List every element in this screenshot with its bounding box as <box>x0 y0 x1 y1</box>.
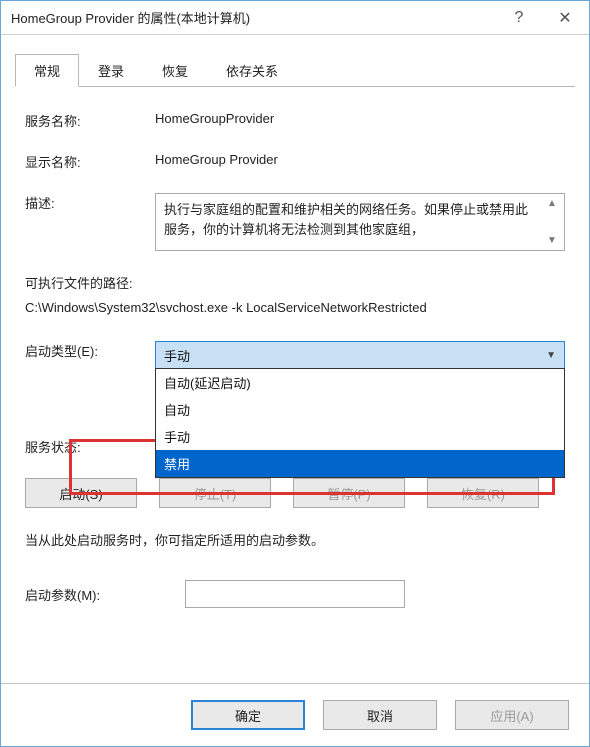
startup-type-selected: 手动 <box>164 346 190 365</box>
pause-button: 暂停(P) <box>293 478 405 508</box>
cancel-button[interactable]: 取消 <box>323 700 437 730</box>
chevron-down-icon: ▼ <box>546 350 556 361</box>
startup-type-row: 启动类型(E): 手动 ▼ 自动(延迟启动) 自动 手动 禁用 <box>25 341 565 369</box>
tab-general[interactable]: 常规 <box>15 54 79 87</box>
startup-type-select[interactable]: 手动 ▼ <box>155 341 565 369</box>
start-params-note: 当从此处启动服务时，你可指定所适用的启动参数。 <box>25 532 565 550</box>
display-name-value: HomeGroup Provider <box>155 152 565 171</box>
description-text: 执行与家庭组的配置和维护相关的网络任务。如果停止或禁用此服务，你的计算机将无法检… <box>164 202 528 237</box>
tab-logon[interactable]: 登录 <box>79 54 143 87</box>
titlebar: HomeGroup Provider 的属性(本地计算机) ? ✕ <box>1 1 589 35</box>
description-row: 描述: 执行与家庭组的配置和维护相关的网络任务。如果停止或禁用此服务，你的计算机… <box>25 193 565 251</box>
window-title: HomeGroup Provider 的属性(本地计算机) <box>11 8 250 27</box>
service-name-row: 服务名称: HomeGroupProvider <box>25 111 565 130</box>
scroll-down-icon[interactable]: ▼ <box>544 233 560 248</box>
exe-path-label: 可执行文件的路径: <box>25 273 565 292</box>
service-control-buttons: 启动(S) 停止(T) 暂停(P) 恢复(R) <box>25 478 565 508</box>
ok-button[interactable]: 确定 <box>191 700 305 730</box>
startup-type-select-wrap: 手动 ▼ 自动(延迟启动) 自动 手动 禁用 <box>155 341 565 369</box>
startup-type-label: 启动类型(E): <box>25 341 155 369</box>
startup-option-manual[interactable]: 手动 <box>156 423 564 450</box>
tab-dependencies[interactable]: 依存关系 <box>207 54 297 87</box>
startup-option-auto[interactable]: 自动 <box>156 396 564 423</box>
tabs: 常规 登录 恢复 依存关系 <box>15 53 575 87</box>
service-status-label: 服务状态: <box>25 437 155 456</box>
start-params-input[interactable] <box>185 580 405 608</box>
service-name-label: 服务名称: <box>25 111 155 130</box>
startup-type-options: 自动(延迟启动) 自动 手动 禁用 <box>155 368 565 478</box>
tab-recovery[interactable]: 恢复 <box>143 54 207 87</box>
service-name-value: HomeGroupProvider <box>155 111 565 130</box>
tabs-container: 常规 登录 恢复 依存关系 <box>1 35 589 87</box>
window-controls: ? ✕ <box>497 1 589 34</box>
startup-option-disabled[interactable]: 禁用 <box>156 450 564 477</box>
display-name-row: 显示名称: HomeGroup Provider <box>25 152 565 171</box>
apply-button: 应用(A) <box>455 700 569 730</box>
display-name-label: 显示名称: <box>25 152 155 171</box>
scroll-up-icon[interactable]: ▲ <box>544 196 560 211</box>
start-button[interactable]: 启动(S) <box>25 478 137 508</box>
description-textarea[interactable]: 执行与家庭组的配置和维护相关的网络任务。如果停止或禁用此服务，你的计算机将无法检… <box>155 193 565 251</box>
close-icon[interactable]: ✕ <box>541 1 589 34</box>
start-params-label: 启动参数(M): <box>25 585 185 604</box>
dialog-footer: 确定 取消 应用(A) <box>1 683 589 746</box>
properties-dialog: HomeGroup Provider 的属性(本地计算机) ? ✕ 常规 登录 … <box>0 0 590 747</box>
help-icon[interactable]: ? <box>497 1 541 34</box>
stop-button: 停止(T) <box>159 478 271 508</box>
startup-option-auto-delayed[interactable]: 自动(延迟启动) <box>156 369 564 396</box>
start-params-row: 启动参数(M): <box>25 580 565 608</box>
tab-content: 服务名称: HomeGroupProvider 显示名称: HomeGroup … <box>1 87 589 683</box>
resume-button: 恢复(R) <box>427 478 539 508</box>
description-label: 描述: <box>25 193 155 251</box>
exe-path-value: C:\Windows\System32\svchost.exe -k Local… <box>25 300 565 315</box>
